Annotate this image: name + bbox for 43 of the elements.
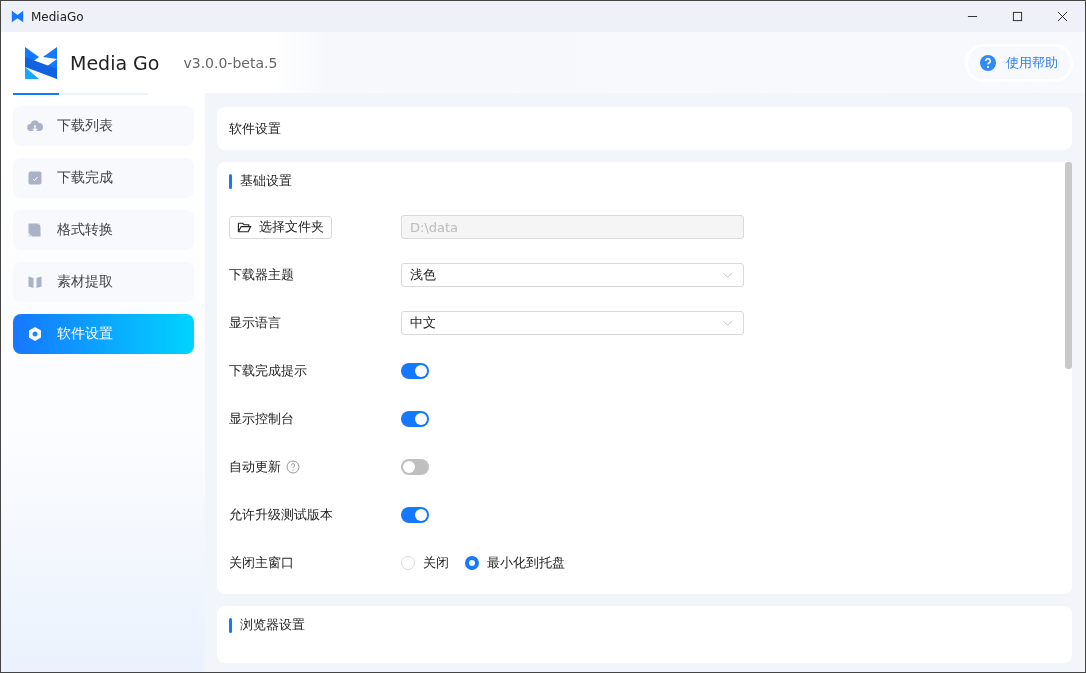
- dropdown[interactable]: 中文: [401, 311, 744, 335]
- page-title: 软件设置: [229, 119, 281, 138]
- radio-option[interactable]: 关闭: [401, 554, 449, 572]
- sidebar-item[interactable]: 格式转换: [13, 210, 194, 250]
- section-marker: [229, 617, 232, 633]
- section-title: 浏览器设置: [240, 616, 305, 634]
- dropdown[interactable]: 浅色: [401, 263, 744, 287]
- sidebar-item[interactable]: 素材提取: [13, 262, 194, 302]
- version-text: v3.0.0-beta.5: [183, 54, 278, 71]
- app-name: Media Go: [70, 51, 160, 74]
- help-button[interactable]: 使用帮助: [965, 43, 1073, 82]
- cloud-download-icon: [27, 118, 43, 134]
- setting-label: 关闭主窗口: [229, 554, 294, 572]
- app-logo-icon: [25, 46, 57, 79]
- scrollbar-thumb[interactable]: [1065, 162, 1072, 369]
- chevron-down-icon: [722, 319, 733, 327]
- setting-label: 自动更新: [229, 458, 281, 476]
- radio-button[interactable]: [465, 556, 479, 570]
- convert-icon: [27, 222, 43, 238]
- sidebar-item[interactable]: 下载列表: [13, 106, 194, 146]
- section-title: 基础设置: [240, 172, 292, 190]
- toggle-switch[interactable]: [401, 411, 429, 427]
- app-logo-icon: [11, 10, 24, 23]
- toggle-switch[interactable]: [401, 459, 429, 475]
- radio-option[interactable]: 最小化到托盘: [465, 554, 565, 572]
- book-icon: [27, 274, 43, 290]
- help-icon[interactable]: [286, 460, 300, 474]
- checkbox-icon: [27, 170, 43, 186]
- setting-label: 下载完成提示: [229, 362, 307, 380]
- radio-label: 关闭: [423, 554, 449, 572]
- help-icon: [980, 54, 996, 71]
- window-title: MediaGo: [31, 9, 84, 24]
- setting-label: 显示语言: [229, 314, 281, 332]
- toggle-switch[interactable]: [401, 507, 429, 523]
- radio-label: 最小化到托盘: [487, 554, 565, 572]
- toggle-switch[interactable]: [401, 363, 429, 379]
- chevron-down-icon: [722, 271, 733, 279]
- setting-label: 下载器主题: [229, 266, 294, 284]
- settings-icon: [27, 326, 43, 342]
- setting-label: 允许升级测试版本: [229, 506, 333, 524]
- section-marker: [229, 173, 232, 189]
- sidebar-item[interactable]: 下载完成: [13, 158, 194, 198]
- setting-label: 显示控制台: [229, 410, 294, 428]
